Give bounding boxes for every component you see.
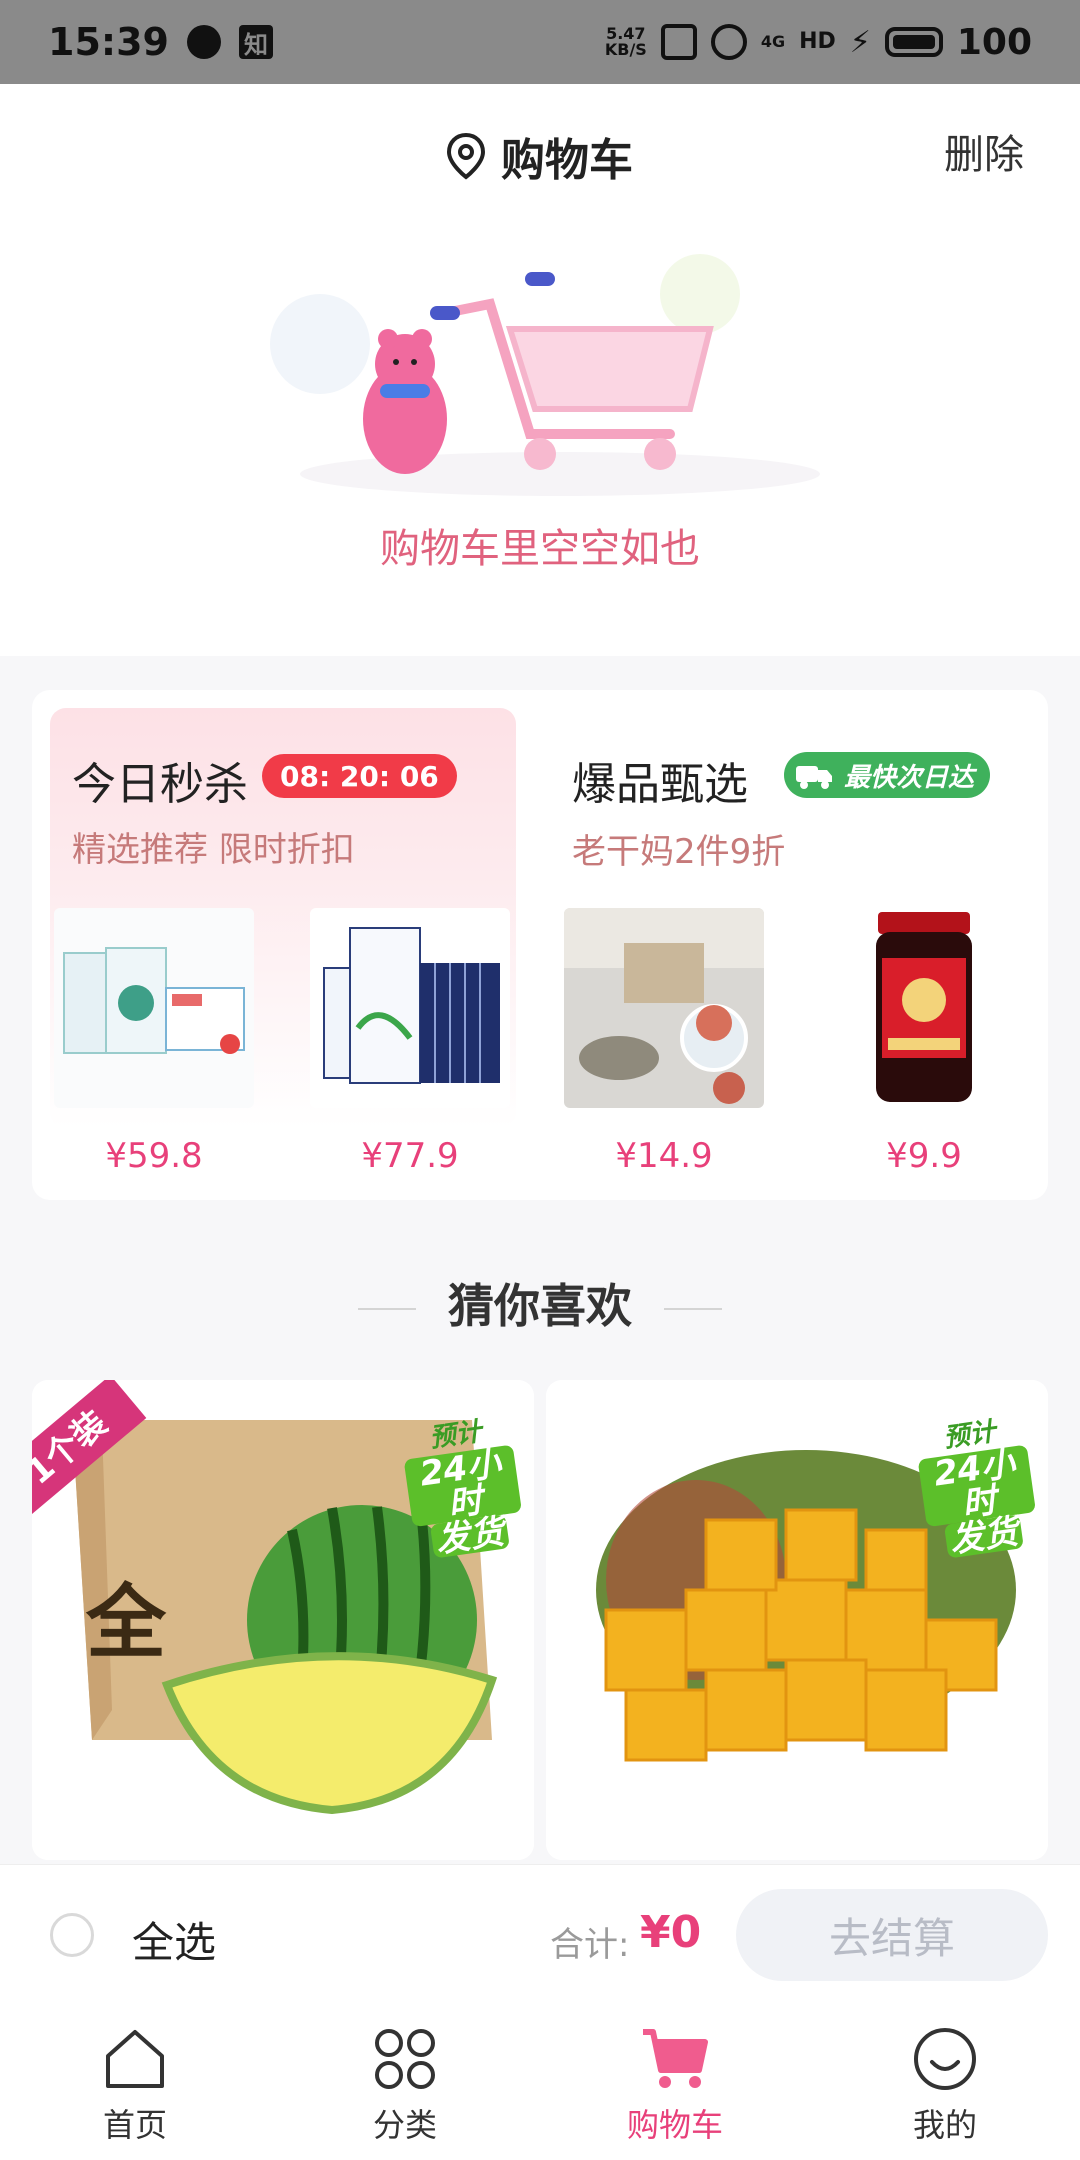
hot-picks-title[interactable]: 爆品甄选 [572,748,748,812]
delete-button[interactable]: 删除 [944,122,1024,180]
flash-sale-subtitle: 精选推荐 限时折扣 [72,830,355,870]
flash-product-2[interactable]: ¥77.9 [310,908,510,1176]
product-price: ¥14.9 [615,1136,713,1176]
chat-bubble-icon [186,25,221,59]
empty-cart-section: 购物车里空空如也 [0,204,1080,656]
guess-you-like-title: 猜你喜欢 [448,1279,632,1333]
select-all-radio[interactable] [50,1913,94,1957]
page-title: 购物车 [501,135,633,186]
ship-24h-tag: 预计 24小时 发货 [399,1411,523,1561]
total-label: 合计: [550,1925,630,1965]
empty-cart-message: 购物车里空空如也 [380,526,700,572]
grid-icon [375,2029,435,2089]
product-price: ¥77.9 [361,1136,459,1176]
status-bar: 15:39 知 5.47 KB/S 4G HD ⚡ 100 [0,0,1080,84]
flash-product-1[interactable]: ¥59.8 [54,908,254,1176]
checkout-button[interactable]: 去结算 [736,1889,1048,1981]
ship-24h-tag: 预计 24小时 发货 [913,1411,1037,1561]
hot-picks-subtitle: 老干妈2件9折 [572,832,786,872]
top-header: 购物车 删除 [0,84,1080,204]
status-time: 15:39 [48,20,169,64]
signal-icon: 4G [760,32,786,51]
product-card-mango[interactable]: 预计 24小时 发货 [546,1380,1048,1860]
title-group: 购物车 [445,124,633,188]
home-icon [106,2030,164,2088]
hot-product-2[interactable]: ¥9.9 [824,908,1024,1176]
smile-icon [914,2028,976,2090]
bottom-tab-bar: 首页 分类 购物车 我的 [0,2004,1080,2160]
cart-icon [643,2029,708,2088]
hd-icon: HD [799,29,836,54]
product-image-oatmeal [564,908,764,1108]
promo-card: 今日秒杀 08: 20: 06 精选推荐 限时折扣 爆品甄选 最快次日达 老干妈… [32,690,1048,1200]
product-image-chili-sauce [824,908,1024,1108]
location-pin-icon [446,132,486,180]
tab-category[interactable]: 分类 [270,2004,540,2160]
checkout-bar: 全选 合计: ¥0 去结算 [0,1864,1080,2005]
truck-icon [796,766,832,789]
tab-cart[interactable]: 购物车 [540,2004,810,2160]
tab-label: 购物车 [626,2106,723,2144]
flash-sale-title[interactable]: 今日秒杀 [72,748,248,812]
product-image-milk [310,908,510,1108]
product-price: ¥9.9 [886,1136,962,1176]
tab-home[interactable]: 首页 [0,2004,270,2160]
charging-icon: ⚡ [849,24,871,60]
hot-product-1[interactable]: ¥14.9 [564,908,764,1176]
net-speed: 5.47 KB/S [604,24,647,59]
alarm-icon [710,24,747,60]
product-price: ¥59.8 [105,1136,203,1176]
battery-icon [884,27,943,57]
tab-label: 首页 [102,2106,167,2144]
total-amount: ¥0 [640,1907,702,1958]
tab-profile[interactable]: 我的 [810,2004,1080,2160]
empty-cart-illustration [270,254,820,496]
next-day-badge: 最快次日达 [784,752,991,798]
zhihu-icon: 知 [238,25,273,59]
product-image-mask-pack [54,908,254,1108]
next-day-badge-label: 最快次日达 [844,762,975,793]
tab-label: 分类 [372,2106,437,2144]
countdown-timer: 08: 20: 06 [262,754,457,798]
tab-label: 我的 [912,2106,977,2144]
vibrate-icon [660,24,697,60]
product-card-watermelon[interactable]: 全 1个装 预计 24小时 发货 [32,1380,534,1860]
select-all-label[interactable]: 全选 [132,1909,216,1970]
battery-level: 100 [956,21,1032,63]
box-logo-text: 全 [86,1576,166,1669]
divider-right [664,1308,722,1310]
